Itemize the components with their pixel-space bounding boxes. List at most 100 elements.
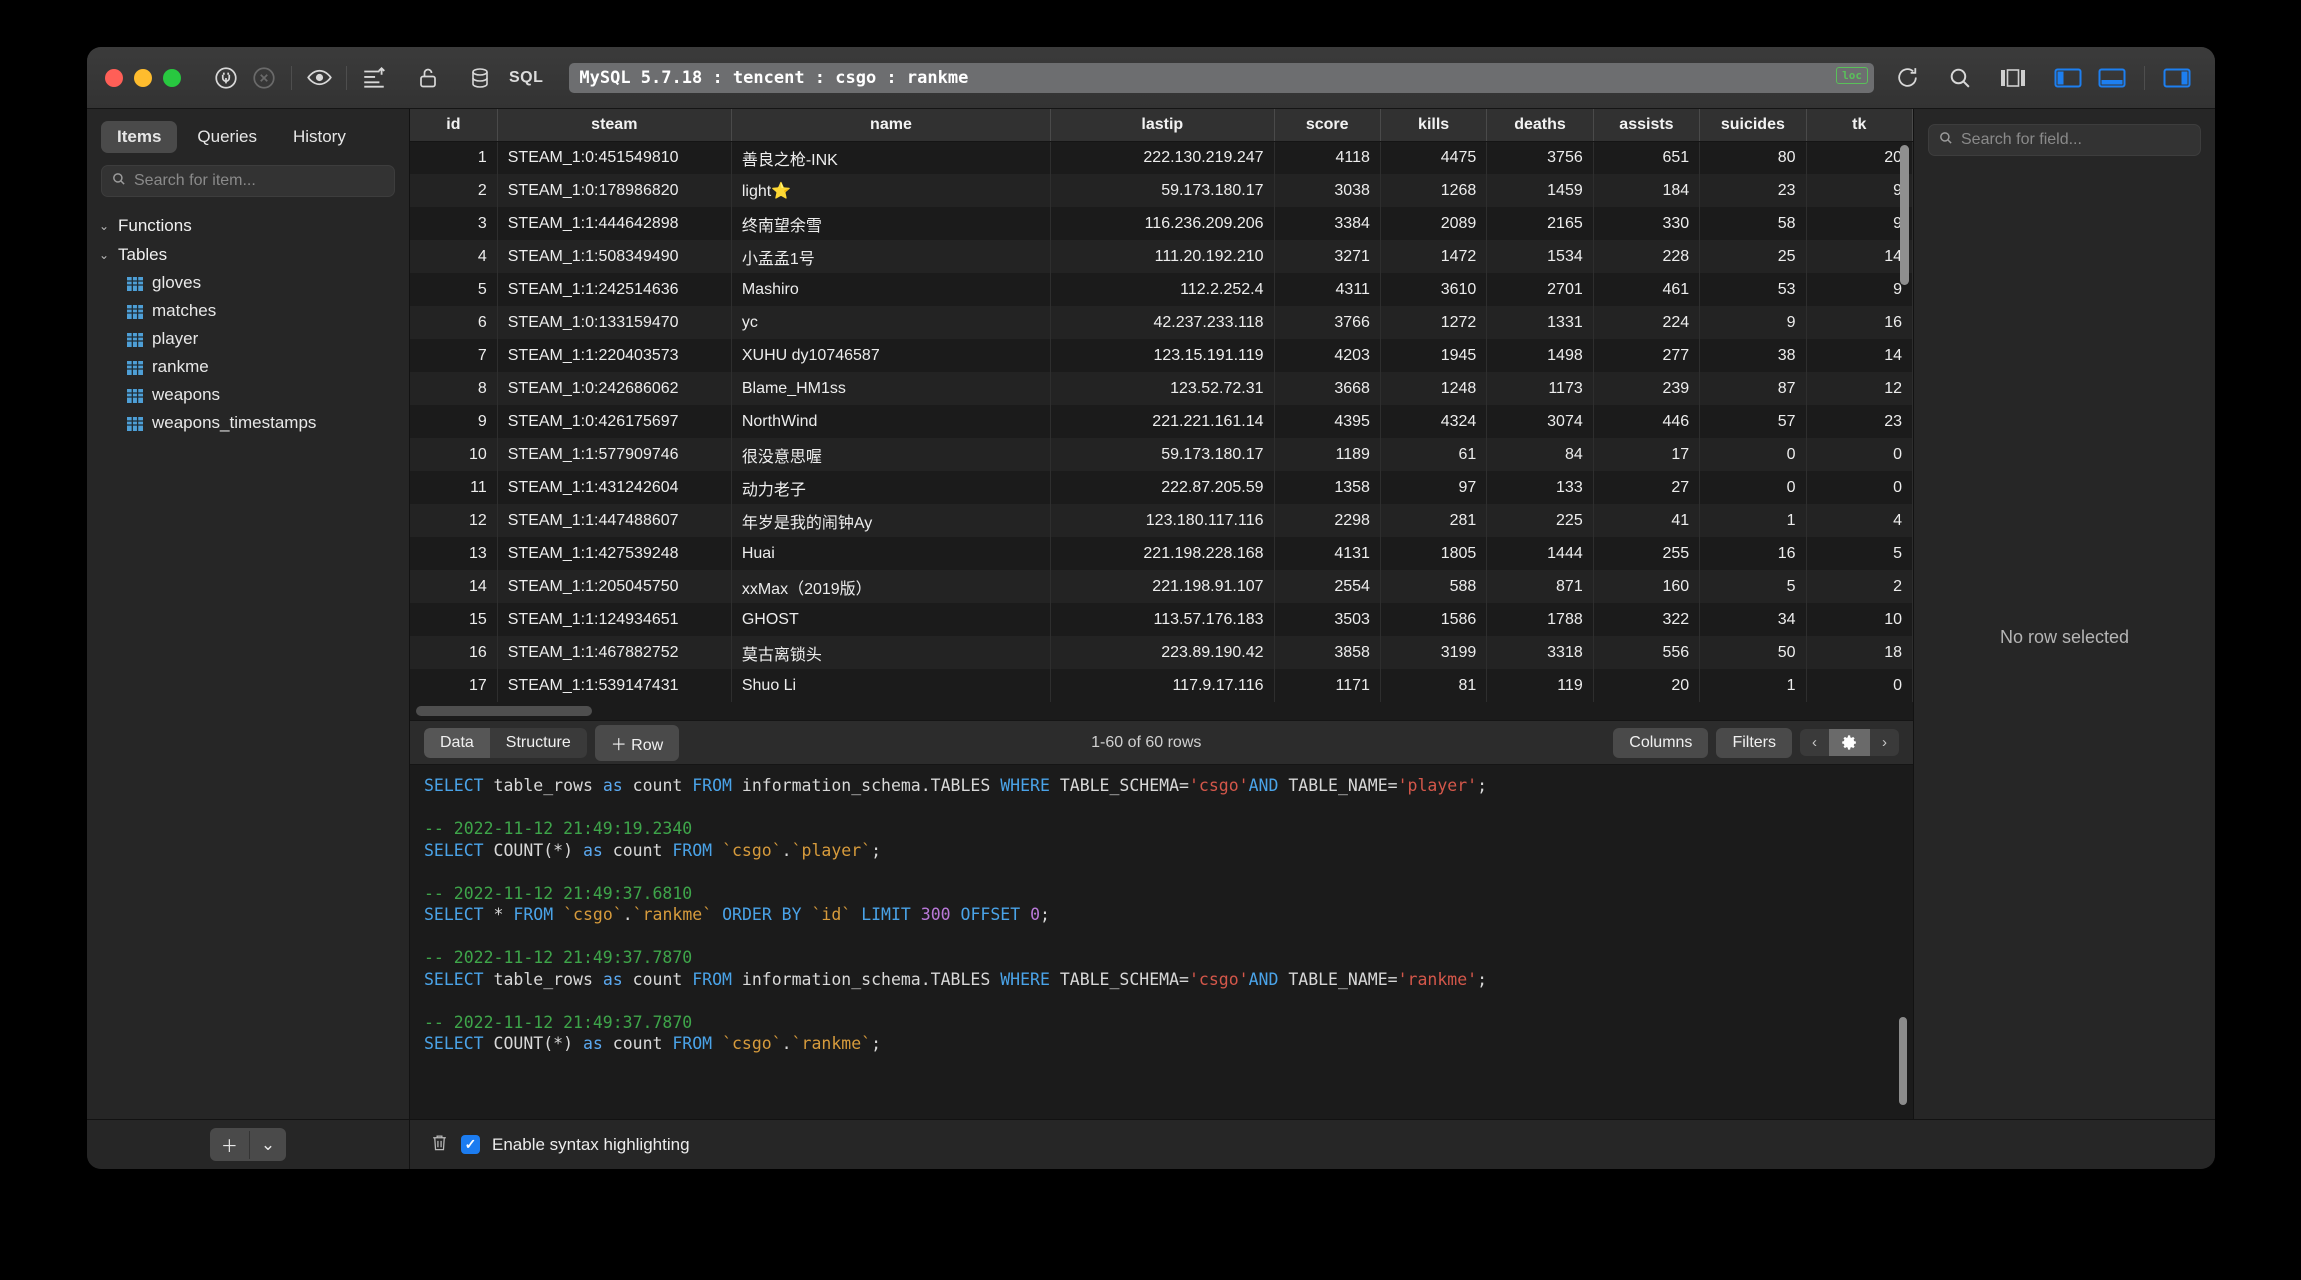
table-row[interactable]: 1STEAM_1:0:451549810善良之枪-INK222.130.219.… [410,141,1913,174]
grid-cell-steam[interactable]: STEAM_1:1:467882752 [497,636,731,669]
grid-cell-name[interactable]: 善良之枪-INK [731,141,1050,174]
grid-cell-score[interactable]: 4311 [1274,273,1380,306]
grid-cell-kills[interactable]: 3199 [1380,636,1486,669]
grid-cell-steam[interactable]: STEAM_1:1:205045750 [497,570,731,603]
grid-cell-id[interactable]: 6 [410,306,497,339]
grid-cell-lastip[interactable]: 117.9.17.116 [1051,669,1274,702]
table-row[interactable]: 7STEAM_1:1:220403573XUHU dy10746587123.1… [410,339,1913,372]
grid-cell-steam[interactable]: STEAM_1:0:178986820 [497,174,731,207]
grid-cell-tk[interactable]: 5 [1806,537,1912,570]
grid-cell-lastip[interactable]: 42.237.233.118 [1051,306,1274,339]
grid-cell-kills[interactable]: 1472 [1380,240,1486,273]
grid-cell-score[interactable]: 4203 [1274,339,1380,372]
sidebar-item-weapons[interactable]: weapons [95,381,409,409]
grid-cell-tk[interactable]: 2 [1806,570,1912,603]
grid-cell-score[interactable]: 3503 [1274,603,1380,636]
grid-cell-kills[interactable]: 281 [1380,504,1486,537]
grid-column-header-kills[interactable]: kills [1380,109,1486,141]
grid-cell-tk[interactable]: 10 [1806,603,1912,636]
grid-cell-steam[interactable]: STEAM_1:1:539147431 [497,669,731,702]
grid-cell-name[interactable]: 年岁是我的闹钟Ay [731,504,1050,537]
toggle-right-panel-icon[interactable] [2157,63,2197,93]
grid-cell-score[interactable]: 1171 [1274,669,1380,702]
table-row[interactable]: 16STEAM_1:1:467882752莫古离锁头223.89.190.423… [410,636,1913,669]
grid-cell-kills[interactable]: 4475 [1380,141,1486,174]
grid-cell-deaths[interactable]: 1331 [1487,306,1593,339]
table-row[interactable]: 14STEAM_1:1:205045750xxMax（2019版）221.198… [410,570,1913,603]
field-search[interactable] [1928,124,2201,156]
grid-cell-lastip[interactable]: 113.57.176.183 [1051,603,1274,636]
table-row[interactable]: 10STEAM_1:1:577909746很没意思喔59.173.180.171… [410,438,1913,471]
grid-cell-suicides[interactable]: 58 [1700,207,1806,240]
table-row[interactable]: 11STEAM_1:1:431242604动力老子222.87.205.5913… [410,471,1913,504]
grid-cell-suicides[interactable]: 0 [1700,438,1806,471]
grid-cell-name[interactable]: Huai [731,537,1050,570]
grid-cell-assists[interactable]: 20 [1593,669,1699,702]
grid-cell-assists[interactable]: 330 [1593,207,1699,240]
toggle-left-panel-icon[interactable] [2048,63,2088,93]
grid-cell-kills[interactable]: 2089 [1380,207,1486,240]
grid-cell-assists[interactable]: 446 [1593,405,1699,438]
grid-cell-steam[interactable]: STEAM_1:0:242686062 [497,372,731,405]
grid-cell-id[interactable]: 15 [410,603,497,636]
grid-cell-name[interactable]: XUHU dy10746587 [731,339,1050,372]
grid-cell-lastip[interactable]: 112.2.252.4 [1051,273,1274,306]
grid-cell-kills[interactable]: 81 [1380,669,1486,702]
grid-cell-name[interactable]: light⭐ [731,174,1050,207]
sql-console[interactable]: SELECT table_rows as count FROM informat… [410,765,1913,1119]
grid-cell-suicides[interactable]: 34 [1700,603,1806,636]
grid-cell-score[interactable]: 3766 [1274,306,1380,339]
unlock-icon[interactable] [409,59,447,97]
grid-cell-kills[interactable]: 3610 [1380,273,1486,306]
grid-cell-kills[interactable]: 97 [1380,471,1486,504]
grid-cell-tk[interactable]: 14 [1806,339,1912,372]
grid-cell-assists[interactable]: 160 [1593,570,1699,603]
grid-cell-deaths[interactable]: 3318 [1487,636,1593,669]
grid-cell-suicides[interactable]: 50 [1700,636,1806,669]
grid-cell-name[interactable]: xxMax（2019版） [731,570,1050,603]
grid-cell-suicides[interactable]: 53 [1700,273,1806,306]
grid-cell-deaths[interactable]: 1534 [1487,240,1593,273]
grid-cell-suicides[interactable]: 5 [1700,570,1806,603]
grid-cell-kills[interactable]: 61 [1380,438,1486,471]
grid-cell-steam[interactable]: STEAM_1:1:220403573 [497,339,731,372]
grid-column-header-name[interactable]: name [731,109,1050,141]
tree-group-tables[interactable]: ⌄ Tables [95,240,409,269]
grid-cell-assists[interactable]: 255 [1593,537,1699,570]
grid-cell-score[interactable]: 3668 [1274,372,1380,405]
grid-cell-id[interactable]: 4 [410,240,497,273]
grid-cell-tk[interactable]: 23 [1806,405,1912,438]
sidebar-search[interactable] [101,165,395,197]
grid-column-header-assists[interactable]: assists [1593,109,1699,141]
grid-cell-lastip[interactable]: 222.87.205.59 [1051,471,1274,504]
grid-cell-id[interactable]: 3 [410,207,497,240]
grid-cell-kills[interactable]: 1945 [1380,339,1486,372]
grid-cell-deaths[interactable]: 2165 [1487,207,1593,240]
grid-cell-deaths[interactable]: 133 [1487,471,1593,504]
grid-cell-steam[interactable]: STEAM_1:0:426175697 [497,405,731,438]
grid-cell-suicides[interactable]: 87 [1700,372,1806,405]
search-input[interactable] [134,172,385,190]
grid-cell-steam[interactable]: STEAM_1:1:444642898 [497,207,731,240]
sql-mode-label[interactable]: SQL [509,69,543,87]
grid-cell-score[interactable]: 1189 [1274,438,1380,471]
grid-cell-lastip[interactable]: 123.52.72.31 [1051,372,1274,405]
grid-cell-tk[interactable]: 9 [1806,207,1912,240]
grid-cell-suicides[interactable]: 16 [1700,537,1806,570]
disconnect-icon[interactable] [245,59,283,97]
trash-icon[interactable] [430,1132,449,1158]
next-page-button[interactable]: › [1870,729,1899,756]
grid-cell-assists[interactable]: 322 [1593,603,1699,636]
grid-cell-assists[interactable]: 228 [1593,240,1699,273]
grid-cell-tk[interactable]: 9 [1806,273,1912,306]
add-row-button[interactable]: ＋ Row [595,725,679,761]
grid-column-header-lastip[interactable]: lastip [1051,109,1274,141]
grid-cell-id[interactable]: 5 [410,273,497,306]
split-view-icon[interactable] [1994,59,2032,97]
grid-cell-lastip[interactable]: 221.198.228.168 [1051,537,1274,570]
table-row[interactable]: 2STEAM_1:0:178986820light⭐59.173.180.173… [410,174,1913,207]
grid-cell-score[interactable]: 3271 [1274,240,1380,273]
grid-cell-kills[interactable]: 1272 [1380,306,1486,339]
grid-cell-name[interactable]: yc [731,306,1050,339]
grid-cell-id[interactable]: 9 [410,405,497,438]
